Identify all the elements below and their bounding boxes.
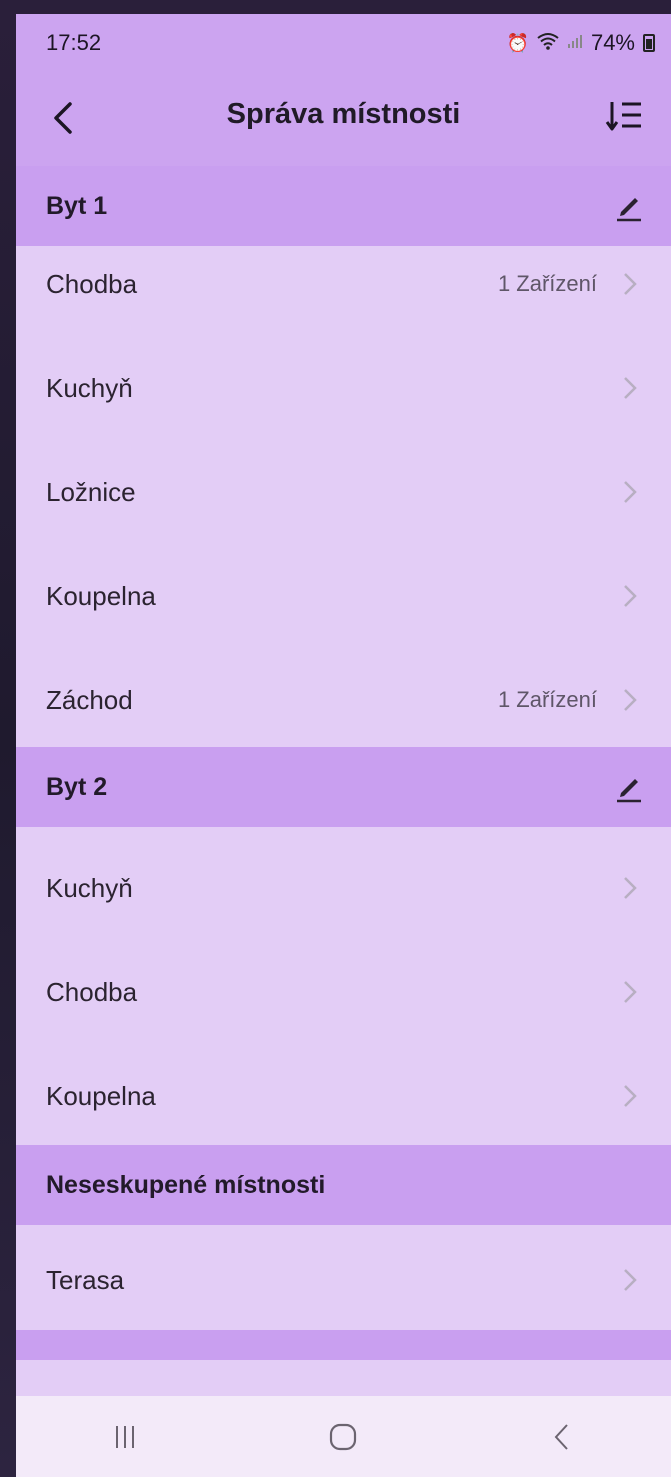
sort-button[interactable] bbox=[605, 96, 645, 136]
alarm-icon: ⏰ bbox=[506, 32, 529, 53]
room-row[interactable]: Koupelna bbox=[16, 1044, 671, 1148]
edit-button[interactable] bbox=[613, 190, 645, 222]
pencil-icon bbox=[617, 198, 641, 222]
room-name: Ložnice bbox=[46, 476, 136, 507]
chevron-right-icon bbox=[624, 981, 637, 1003]
home-icon bbox=[330, 1423, 357, 1450]
sort-list-icon bbox=[605, 102, 641, 131]
room-name: Chodba bbox=[46, 268, 138, 299]
section-divider bbox=[16, 1330, 671, 1360]
recents-button[interactable] bbox=[95, 1407, 155, 1467]
room-row[interactable]: Záchod 1 Zařízení bbox=[16, 648, 671, 752]
device-count: 1 Zařízení bbox=[497, 271, 597, 296]
chevron-right-icon bbox=[624, 1085, 637, 1107]
home-button[interactable] bbox=[313, 1407, 373, 1467]
chevron-right-icon bbox=[624, 689, 637, 711]
signal-icon bbox=[567, 33, 583, 54]
section-header-ungrouped: Neseskupené místnosti bbox=[16, 1145, 671, 1225]
chevron-right-icon bbox=[624, 877, 637, 899]
phone-screen: 17:52 ⏰ 74% Správa místnosti Byt 1 Chodb… bbox=[16, 14, 671, 1477]
room-name: Záchod bbox=[46, 684, 133, 715]
room-name: Chodba bbox=[46, 976, 138, 1007]
wifi-icon bbox=[537, 32, 559, 55]
room-name: Terasa bbox=[46, 1264, 125, 1295]
nav-back-icon bbox=[554, 1423, 568, 1450]
chevron-right-icon bbox=[624, 273, 637, 295]
room-row[interactable]: Kuchyň bbox=[16, 836, 671, 940]
room-row[interactable]: Kuchyň bbox=[16, 336, 671, 440]
room-name: Kuchyň bbox=[46, 372, 133, 403]
battery-percent: 74% bbox=[590, 30, 635, 55]
chevron-right-icon bbox=[624, 585, 637, 607]
status-time: 17:52 bbox=[46, 30, 102, 55]
pencil-icon bbox=[617, 779, 641, 803]
chevron-right-icon bbox=[624, 1269, 637, 1291]
status-bar: 17:52 ⏰ 74% bbox=[16, 14, 671, 72]
system-nav-bar bbox=[16, 1396, 671, 1477]
status-indicators: ⏰ 74% bbox=[507, 30, 655, 56]
room-row[interactable]: Terasa bbox=[16, 1228, 671, 1332]
section-header-byt2: Byt 2 bbox=[16, 747, 671, 827]
device-count: 1 Zařízení bbox=[497, 687, 597, 712]
room-row[interactable]: Chodba 1 Zařízení bbox=[16, 232, 671, 336]
section-title: Neseskupené místnosti bbox=[46, 1170, 326, 1199]
room-row[interactable]: Koupelna bbox=[16, 544, 671, 648]
chevron-right-icon bbox=[624, 481, 637, 503]
room-name: Kuchyň bbox=[46, 872, 133, 903]
chevron-right-icon bbox=[624, 377, 637, 399]
app-bar: Správa místnosti bbox=[16, 72, 671, 166]
nav-back-button[interactable] bbox=[532, 1407, 592, 1467]
room-row[interactable]: Chodba bbox=[16, 940, 671, 1044]
room-row[interactable]: Ložnice bbox=[16, 440, 671, 544]
battery-icon bbox=[643, 34, 655, 52]
recents-icon bbox=[116, 1425, 135, 1448]
room-name: Koupelna bbox=[46, 580, 156, 611]
section-title: Byt 1 bbox=[46, 191, 108, 220]
section-title: Byt 2 bbox=[46, 772, 108, 801]
room-name: Koupelna bbox=[46, 1080, 156, 1111]
list-footer bbox=[16, 1360, 671, 1396]
edit-button[interactable] bbox=[613, 771, 645, 803]
page-title: Správa místnosti bbox=[226, 98, 461, 130]
